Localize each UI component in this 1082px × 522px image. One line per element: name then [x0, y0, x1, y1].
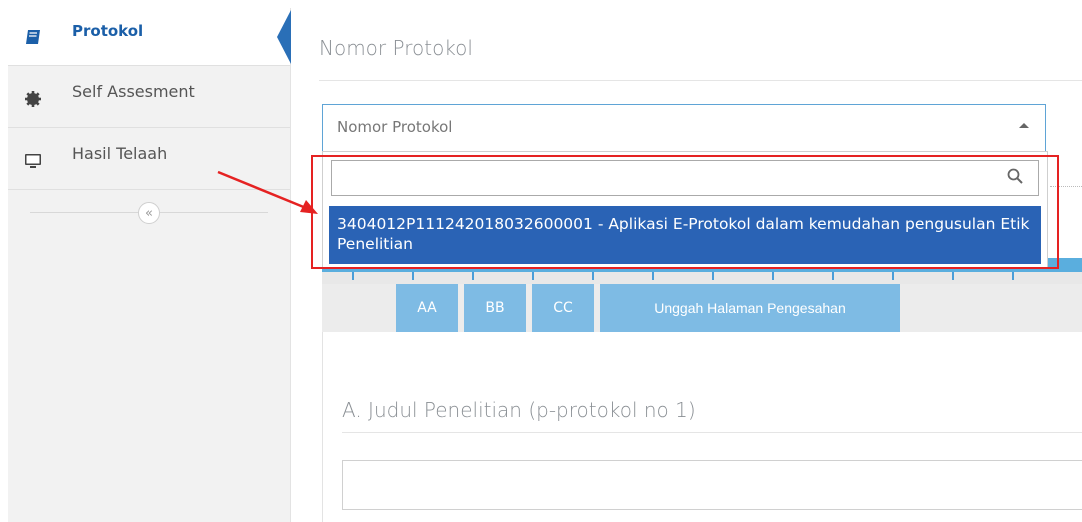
page-title: Nomor Protokol	[319, 36, 473, 60]
active-indicator	[277, 10, 291, 64]
sidebar-item-label: Self Assesment	[72, 82, 195, 101]
caret-up-icon	[1019, 123, 1029, 128]
collapse-sidebar-button[interactable]: «	[138, 202, 160, 224]
tab-unggah-halaman-pengesahan[interactable]: Unggah Halaman Pengesahan	[600, 284, 900, 332]
tabs-bar: AA BB CC Unggah Halaman Pengesahan	[322, 284, 1082, 332]
panel-border	[322, 332, 323, 522]
book-icon	[26, 30, 40, 44]
tab-bb[interactable]: BB	[464, 284, 526, 332]
search-icon	[1007, 168, 1023, 184]
dropdown-option-highlighted[interactable]: 3404012P111242018032600001 - Aplikasi E-…	[329, 206, 1041, 264]
section-title: A. Judul Penelitian (p-protokol no 1)	[342, 398, 696, 422]
sidebar: Protokol Self Assesment Hasil Telaah «	[8, 8, 291, 522]
select-placeholder: Nomor Protokol	[337, 118, 453, 136]
tab-strip-ticks	[322, 272, 1082, 284]
dropdown-search-input[interactable]	[331, 160, 1039, 196]
divider	[342, 432, 1082, 433]
nomor-protokol-select[interactable]: Nomor Protokol	[322, 104, 1046, 152]
monitor-icon	[25, 154, 41, 168]
divider	[1050, 186, 1082, 187]
sidebar-item-self-assesment[interactable]: Self Assesment	[8, 70, 290, 128]
divider	[319, 80, 1082, 81]
tab-aa[interactable]: AA	[396, 284, 458, 332]
tab-cc[interactable]: CC	[532, 284, 594, 332]
sidebar-item-label: Protokol	[72, 22, 144, 40]
judul-penelitian-input[interactable]	[342, 460, 1082, 510]
sidebar-item-protokol[interactable]: Protokol	[8, 8, 291, 66]
sidebar-item-label: Hasil Telaah	[72, 144, 168, 163]
gear-icon	[25, 91, 41, 107]
annotation-arrow-icon	[217, 170, 318, 214]
select-dropdown: 3404012P111242018032600001 - Aplikasi E-…	[322, 151, 1048, 269]
